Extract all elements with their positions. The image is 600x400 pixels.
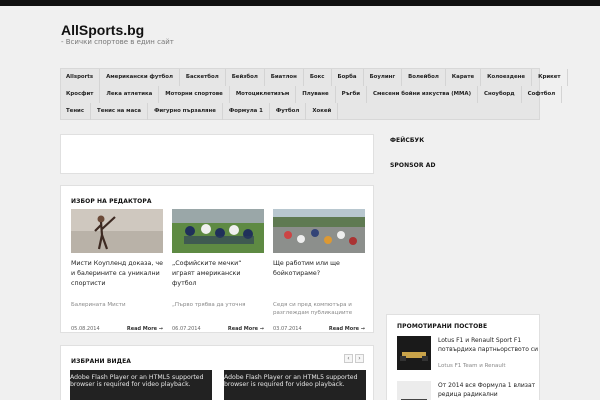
- nav-item[interactable]: Карате: [446, 69, 482, 86]
- promoted-post[interactable]: От 2014 вся Формула 1 влизат редица ради…: [397, 381, 537, 400]
- nav-item[interactable]: Американски футбол: [100, 69, 180, 86]
- crowd-thumb[interactable]: [273, 209, 365, 253]
- nav-item[interactable]: Лека атлетика: [100, 86, 160, 103]
- read-more-link[interactable]: Read More →: [329, 326, 365, 332]
- nav-item[interactable]: Колоездене: [481, 69, 533, 86]
- nav-item[interactable]: Баскетбол: [180, 69, 226, 86]
- sponsor-heading: SPONSOR AD: [390, 162, 436, 169]
- video-fallback-text: Adobe Flash Player or an HTML5 supported: [224, 374, 358, 381]
- f1-car-thumb[interactable]: [397, 336, 431, 370]
- card-date: 06.07.2014: [172, 326, 201, 332]
- nav-item[interactable]: Allsports: [61, 69, 101, 86]
- nav-row-1: Allsports Американски футбол Баскетбол Бейз…: [61, 69, 568, 86]
- read-more-link[interactable]: Read More →: [228, 326, 264, 332]
- editors-card[interactable]: „Софийските мечки“ играят американски фу…: [172, 209, 264, 332]
- nav-item[interactable]: Хокей: [306, 103, 339, 120]
- card-excerpt: „Първо трябва да уточня: [172, 302, 246, 308]
- card-title[interactable]: „Софийските мечки“ играят американски фу…: [172, 259, 264, 299]
- nav-item[interactable]: Формула 1: [223, 103, 270, 120]
- nav-item[interactable]: Мотоциклетизъм: [230, 86, 297, 103]
- card-date: 03.07.2014: [273, 326, 302, 332]
- promoted-post-excerpt: Lotus F1 Team и Renault: [438, 363, 506, 369]
- promoted-posts-heading: ПРОМОТИРАНИ ПОСТОВЕ: [397, 323, 488, 330]
- f1-thumb[interactable]: [397, 381, 431, 400]
- nav-item[interactable]: Крикет: [532, 69, 568, 86]
- card-excerpt: Балерината Мисти: [71, 302, 126, 308]
- card-date: 05.08.2014: [71, 326, 100, 332]
- read-more-link[interactable]: Read More →: [127, 326, 163, 332]
- nav-item[interactable]: Тенис на маса: [91, 103, 149, 120]
- nav-item[interactable]: Плуване: [296, 86, 336, 103]
- promoted-post-title[interactable]: Lotus F1 и Renault Sport F1 потвърдиха п…: [438, 336, 544, 354]
- video-player[interactable]: Adobe Flash Player or an HTML5 supported…: [70, 370, 212, 400]
- video-fallback-text: browser is required for video playback.: [70, 381, 191, 388]
- football-thumb[interactable]: [172, 209, 264, 253]
- video-player[interactable]: Adobe Flash Player or an HTML5 supported…: [224, 370, 366, 400]
- card-title[interactable]: Мисти Коупленд доказа, че и балерините с…: [71, 259, 163, 299]
- promoted-post-title[interactable]: От 2014 вся Формула 1 влизат редица ради…: [438, 381, 544, 399]
- next-arrow-button[interactable]: ›: [355, 354, 364, 363]
- editors-card[interactable]: Мисти Коупленд доказа, че и балерините с…: [71, 209, 163, 332]
- promoted-posts-panel: ПРОМОТИРАНИ ПОСТОВЕ Lotus F1 и Renault S…: [386, 314, 540, 400]
- facebook-heading: ФЕЙСБУК: [390, 137, 425, 144]
- video-carousel-controls: ‹ ›: [344, 354, 364, 363]
- promoted-post[interactable]: Lotus F1 и Renault Sport F1 потвърдиха п…: [397, 336, 538, 370]
- ad-banner[interactable]: [60, 134, 374, 174]
- video-fallback-text: browser is required for video playback.: [224, 381, 345, 388]
- nav-item[interactable]: Фигурно пързаляне: [148, 103, 223, 120]
- nav-item[interactable]: Футбол: [270, 103, 307, 120]
- top-bar: [0, 0, 600, 6]
- nav-item[interactable]: Тенис: [61, 103, 92, 120]
- nav-item[interactable]: Бокс: [304, 69, 332, 86]
- site-tagline: - Всички спортове в един сайт: [61, 38, 174, 46]
- nav-item[interactable]: Моторни спортове: [159, 86, 230, 103]
- ballerina-thumb[interactable]: [71, 209, 163, 253]
- nav-item[interactable]: Биатлон: [265, 69, 304, 86]
- nav-item[interactable]: Ръгби: [336, 86, 368, 103]
- editors-pick-heading: ИЗБОР НА РЕДАКТОРА: [71, 198, 152, 205]
- nav-item[interactable]: Бейзбол: [226, 69, 265, 86]
- featured-videos-heading: ИЗБРАНИ ВИДЕА: [71, 358, 132, 365]
- nav-item[interactable]: Софтбол: [522, 86, 563, 103]
- site-logo[interactable]: AllSports.bg: [61, 22, 144, 38]
- category-nav: Allsports Американски футбол Баскетбол Бейз…: [60, 68, 568, 120]
- featured-videos-panel: ИЗБРАНИ ВИДЕА ‹ › Adobe Flash Player or …: [60, 345, 374, 400]
- editors-card[interactable]: Ще работим или ще бойкотираме? Седя си п…: [273, 209, 365, 332]
- nav-item[interactable]: Сноуборд: [478, 86, 522, 103]
- nav-row-2: Кросфит Лека атлетика Моторни спортове Мото…: [61, 86, 563, 103]
- video-fallback-text: Adobe Flash Player or an HTML5 supported: [70, 374, 204, 381]
- nav-row-3: Тенис Тенис на маса Фигурно пързаляне Форму…: [61, 103, 339, 120]
- editors-pick-panel: ИЗБОР НА РЕДАКТОРА Мисти Коупленд доказа…: [60, 185, 374, 333]
- card-title[interactable]: Ще работим или ще бойкотираме?: [273, 259, 365, 299]
- nav-item[interactable]: Кросфит: [61, 86, 101, 103]
- card-excerpt: Седя си пред компютъра и разглеждам публ…: [273, 302, 353, 316]
- nav-item[interactable]: Волейбол: [402, 69, 446, 86]
- nav-item[interactable]: Смесени бойни изкуства (MMA): [367, 86, 479, 103]
- prev-arrow-button[interactable]: ‹: [344, 354, 353, 363]
- nav-item[interactable]: Боулинг: [364, 69, 403, 86]
- nav-item[interactable]: Борба: [332, 69, 364, 86]
